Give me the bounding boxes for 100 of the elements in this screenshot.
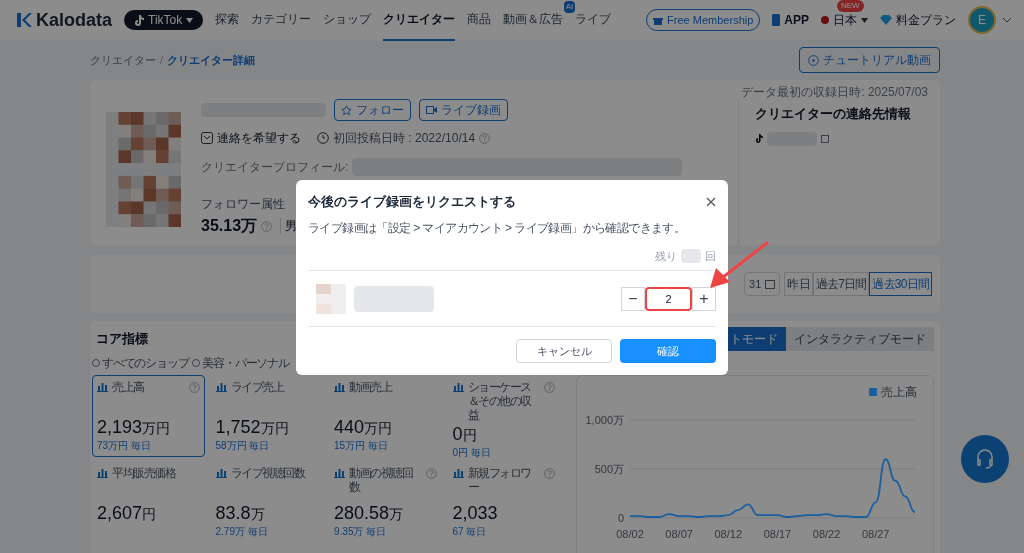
breadcrumb-link[interactable]: クリエイター詳細	[167, 51, 256, 69]
flag-icon	[821, 16, 829, 24]
quantity-field[interactable]: 2	[645, 286, 692, 311]
bar-chart-icon	[97, 382, 108, 392]
remaining-label: 残り	[655, 248, 677, 264]
diamond-icon	[880, 15, 892, 25]
bar-chart-icon	[452, 468, 464, 478]
bar-chart-icon	[334, 468, 345, 478]
copy-icon[interactable]	[821, 134, 829, 143]
play-circle-icon	[808, 54, 819, 66]
x-tick-label: 08/27	[861, 528, 890, 540]
metric-label: 売上高	[112, 380, 144, 394]
metric-label: 動画売上	[349, 380, 391, 394]
metric-value: 83.8万	[215, 503, 265, 523]
metric-value: 2,033	[452, 503, 498, 523]
first-post-date: 初回投稿日時 : 2022/10/14	[333, 130, 476, 146]
help-icon	[479, 132, 491, 144]
daily-average: 67 毎日	[452, 526, 488, 538]
view-mode-tab[interactable]: インタラクティブモード	[786, 327, 934, 351]
shop-filter[interactable]: すべてのショップ	[102, 355, 189, 371]
date-range-tab[interactable]: 昨日	[784, 272, 813, 296]
clock-icon	[317, 132, 329, 144]
metric-card[interactable]: 動画売上 440万円 15万円 毎日	[329, 375, 442, 457]
music-note-icon	[134, 14, 145, 26]
close-icon[interactable]	[706, 196, 716, 207]
date-field[interactable]: 31	[744, 272, 781, 296]
section-title: コア指標	[96, 330, 148, 349]
legend-marker	[869, 388, 877, 396]
live-record-button[interactable]: ライブ録画	[419, 99, 508, 121]
music-note-icon	[755, 134, 763, 143]
new-badge: NEW	[837, 0, 864, 12]
language-selector[interactable]: 日本	[821, 12, 868, 28]
nav-link[interactable]: ショップ	[323, 0, 372, 41]
date-text: 31	[749, 276, 762, 292]
bar-chart-icon	[215, 468, 227, 478]
pricing-link[interactable]: 料金プラン	[880, 12, 956, 28]
metric-card[interactable]: 動画の視聴回数 280.58万 9.35万 毎日	[329, 461, 442, 543]
legend-label: 売上高	[881, 384, 917, 400]
help-icon	[261, 220, 273, 232]
x-tick-label: 08/02	[616, 528, 644, 540]
remaining-unit: 回	[705, 248, 716, 264]
nav-link[interactable]: 動画＆広告	[503, 0, 564, 41]
headset-icon	[974, 448, 996, 470]
bar-chart-icon	[215, 382, 227, 392]
redacted-text	[681, 248, 701, 263]
nav-link[interactable]: クリエイター	[383, 0, 456, 41]
date-range-tab[interactable]: 過去30日間	[869, 272, 932, 296]
nav-link[interactable]: 商品	[467, 0, 492, 41]
metric-label: ライブ売上	[230, 380, 283, 394]
date-range-tab[interactable]: 過去7日間	[812, 272, 870, 296]
breadcrumb-separator: /	[160, 52, 164, 68]
logo-text: Kalodata	[36, 9, 113, 32]
daily-average: 58万円 毎日	[215, 440, 271, 452]
x-tick-label: 08/22	[812, 528, 841, 540]
decrement-button[interactable]: −	[621, 286, 645, 311]
app-link[interactable]: APP	[772, 12, 809, 28]
caret-icon	[186, 17, 194, 23]
support-button[interactable]	[961, 435, 1009, 483]
daily-average: 0円 毎日	[452, 447, 492, 459]
nav-link[interactable]: 探索	[215, 0, 240, 41]
nav-link[interactable]: ライブ	[575, 0, 612, 41]
shop-filter[interactable]: 美容・パーソナル	[202, 355, 289, 371]
contact-icon	[201, 132, 213, 144]
nav-link[interactable]: カテゴリー	[251, 0, 312, 41]
metric-card[interactable]: ライブ売上 1,752万円 58万円 毎日	[210, 375, 323, 457]
confirm-button[interactable]: 確認	[620, 339, 716, 363]
video-camera-icon	[426, 106, 437, 114]
annotation-arrow	[708, 240, 770, 290]
bar-chart-icon	[334, 382, 345, 392]
ai-badge: AI	[563, 1, 576, 13]
metric-value: 0円	[452, 424, 477, 444]
increment-button[interactable]: +	[692, 286, 716, 311]
metric-label: ショーケース＆その他の収益	[467, 380, 532, 422]
metric-card[interactable]: 新規フォロワー 2,033 67 毎日	[447, 461, 560, 543]
metric-card[interactable]: 売上高 2,193万円 73万円 毎日	[92, 375, 205, 457]
metric-card[interactable]: ショーケース＆その他の収益 0円 0円 毎日	[447, 375, 560, 457]
y-tick-label: 0	[617, 512, 624, 524]
y-tick-label: 500万	[594, 463, 624, 475]
cancel-button[interactable]: キャンセル	[516, 339, 612, 363]
platform-selector[interactable]: TikTok	[124, 10, 204, 30]
metric-value: 2,193万円	[97, 417, 171, 437]
metric-card[interactable]: 平均販売価格 2,607円	[92, 461, 205, 543]
calendar-icon	[765, 279, 776, 289]
logo-icon	[16, 12, 32, 28]
phone-icon	[772, 14, 781, 26]
data-record-date: データ最初の収録日時: 2025/07/03	[741, 84, 928, 100]
tutorial-video-button[interactable]: チュートリアル動画	[799, 47, 940, 73]
contact-info-title: クリエイターの連絡先情報	[755, 105, 912, 123]
bar-chart-icon	[97, 468, 108, 478]
daily-average: 2.79万 毎日	[215, 526, 269, 538]
daily-average: 15万円 毎日	[334, 440, 389, 452]
dialog-description: ライブ録画は「設定 > マイアカウント > ライブ録画」から確認できます。	[308, 219, 687, 236]
metric-card[interactable]: ライブ視聴回数 83.8万 2.79万 毎日	[210, 461, 323, 543]
breadcrumb-link[interactable]: クリエイター	[90, 51, 156, 69]
y-tick-label: 1,000万	[585, 414, 624, 426]
chevron-down-icon[interactable]	[1002, 17, 1012, 23]
daily-average: 9.35万 毎日	[334, 526, 388, 538]
follow-button[interactable]: フォロー	[334, 99, 411, 121]
contact-request-text: 連絡を希望する	[217, 130, 301, 146]
x-tick-label: 08/07	[665, 528, 693, 540]
